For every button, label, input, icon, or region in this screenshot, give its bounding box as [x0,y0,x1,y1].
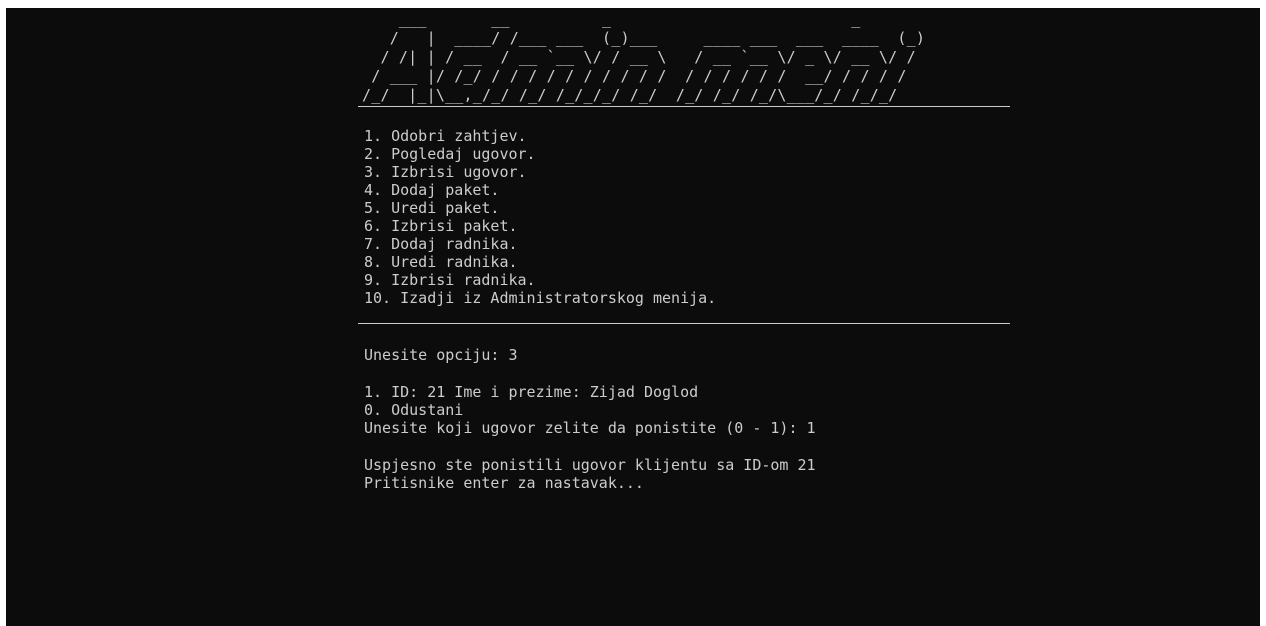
menu-item-view-contract: 2. Pogledaj ugovor. [364,145,536,163]
contract-input-value: 1 [806,419,816,437]
contract-question-line: Unesite koji ugovor zelite da ponistite … [364,419,1018,437]
menu-item-add-package: 4. Dodaj paket. [364,181,500,199]
option-input-value: 3 [508,346,518,364]
success-message: Uspjesno ste ponistili ugovor klijentu s… [364,456,816,474]
option-prompt-label: Unesite opciju: [364,346,509,364]
contract-option-cancel: 0. Odustani [364,401,464,419]
contract-option-1: 1. ID: 21 Ime i prezime: Zijad Doglod [364,383,699,401]
menu-item-add-worker: 7. Dodaj radnika. [364,235,518,253]
option-prompt-line: Unesite opciju: 3 [364,346,1018,364]
menu-item-approve-request: 1. Odobri zahtjev. [364,127,527,145]
menu-item-edit-worker: 8. Uredi radnika. [364,253,518,271]
menu-item-edit-package: 5. Uredi paket. [364,199,500,217]
console-window[interactable]: ___ __ _ _ / | ____/ /___ ___ (_)___ ___… [6,8,1260,626]
menu-item-delete-worker: 9. Izbrisi radnika. [364,271,536,289]
menu-item-exit-admin: 10. Izadji iz Administratorskog menija. [364,289,717,307]
continue-prompt: Pritisnike enter za nastavak... [364,474,644,492]
bottom-separator [358,323,1010,324]
console-content: ___ __ _ _ / | ____/ /___ ___ (_)___ ___… [358,8,1018,492]
contract-question-label: Unesite koji ugovor zelite da ponistite … [364,419,807,437]
menu-item-delete-package: 6. Izbrisi paket. [364,217,518,235]
admin-menu-list: 1. Odobri zahtjev. 2. Pogledaj ugovor. 3… [364,127,1018,307]
menu-item-delete-contract: 3. Izbrisi ugovor. [364,163,527,181]
top-separator [358,106,1010,107]
admin-menu-ascii-banner: ___ __ _ _ / | ____/ /___ ___ (_)___ ___… [362,10,926,104]
